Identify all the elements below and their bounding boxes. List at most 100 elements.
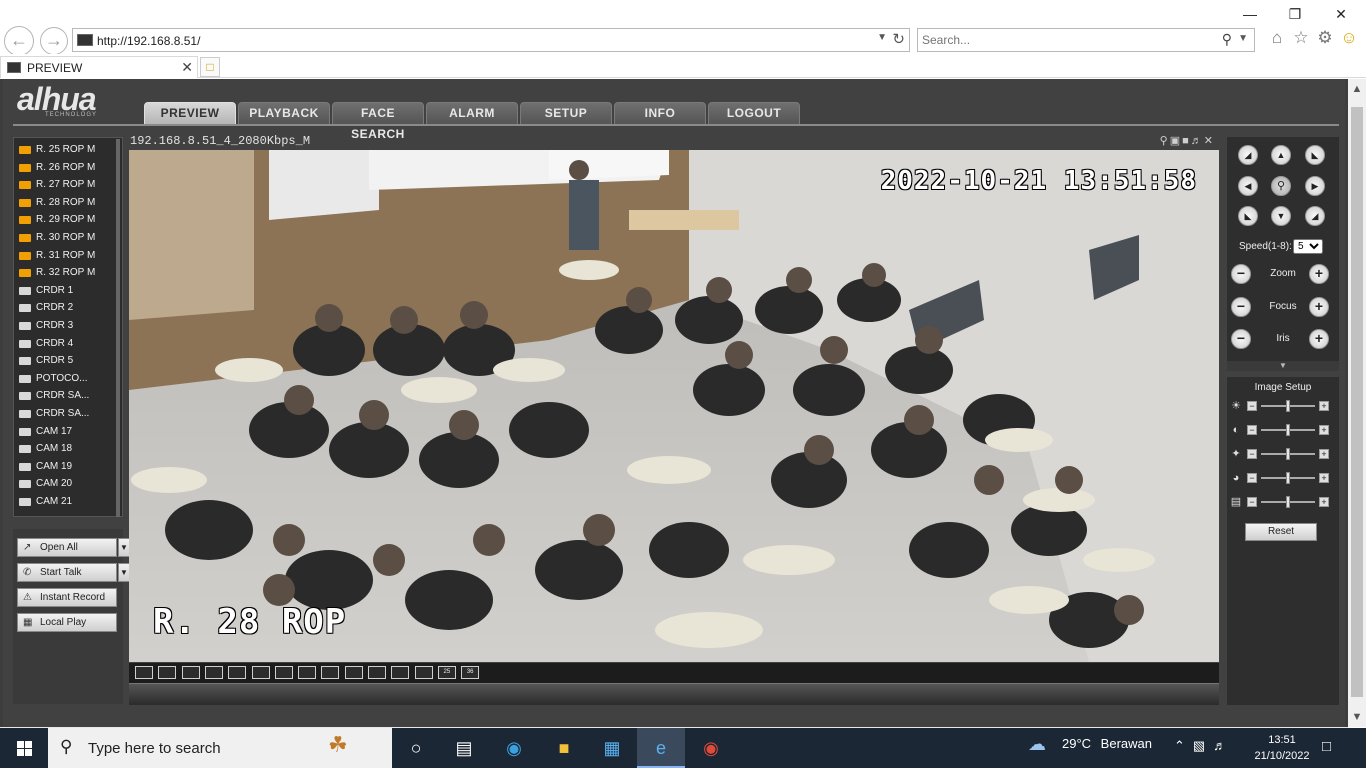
- open-all-button[interactable]: ↗ Open All: [17, 538, 117, 557]
- nav-tab-alarm[interactable]: ALARM: [426, 102, 518, 125]
- channel-item[interactable]: CRDR SA...: [18, 406, 118, 423]
- channel-item[interactable]: R. 26 ROP M: [18, 160, 118, 177]
- settings-gear-icon[interactable]: ⚙: [1315, 28, 1335, 48]
- internet-explorer-icon[interactable]: e: [637, 728, 685, 768]
- layout-button[interactable]: 36: [461, 666, 480, 679]
- iris-plus-button[interactable]: +: [1309, 329, 1329, 349]
- start-button[interactable]: [0, 728, 48, 768]
- channel-item[interactable]: CAM 17: [18, 424, 118, 441]
- channel-item[interactable]: R. 28 ROP M: [18, 195, 118, 212]
- slider-decrease-button[interactable]: −: [1247, 425, 1257, 435]
- layout-button[interactable]: [391, 666, 410, 679]
- channel-item[interactable]: CRDR 3: [18, 318, 118, 335]
- snapshot-icon[interactable]: ▣: [1170, 135, 1182, 147]
- nav-tab-logout[interactable]: LOGOUT: [708, 102, 800, 125]
- instant-record-button[interactable]: ⚠ Instant Record: [17, 588, 117, 607]
- ptz-down-button[interactable]: ▼: [1271, 206, 1291, 226]
- notification-icon[interactable]: □: [1322, 738, 1331, 755]
- slider-increase-button[interactable]: +: [1319, 473, 1329, 483]
- tab-close-icon[interactable]: ✕: [181, 59, 193, 76]
- cortana-icon[interactable]: ○: [392, 728, 440, 768]
- refresh-icon[interactable]: ↻: [892, 30, 905, 48]
- slider-increase-button[interactable]: +: [1319, 401, 1329, 411]
- slider-increase-button[interactable]: +: [1319, 425, 1329, 435]
- nav-tab-face-search[interactable]: FACE SEARCH: [332, 102, 424, 141]
- slider-decrease-button[interactable]: −: [1247, 497, 1257, 507]
- slider-knob[interactable]: [1286, 448, 1290, 460]
- address-url[interactable]: http://192.168.8.51/: [97, 34, 200, 48]
- ptz-left-button[interactable]: ◀: [1238, 176, 1258, 196]
- channel-item[interactable]: R. 30 ROP M: [18, 230, 118, 247]
- local-play-button[interactable]: ▦ Local Play: [17, 613, 117, 632]
- channel-item[interactable]: R. 31 ROP M: [18, 248, 118, 265]
- nav-tab-playback[interactable]: PLAYBACK: [238, 102, 330, 125]
- new-tab-button[interactable]: □: [200, 57, 220, 77]
- channel-item[interactable]: R. 27 ROP M: [18, 177, 118, 194]
- close-video-icon[interactable]: ✕: [1204, 135, 1215, 147]
- task-view-icon[interactable]: ▤: [440, 728, 488, 768]
- file-explorer-icon[interactable]: ■: [540, 728, 588, 768]
- chrome-icon[interactable]: ◉: [687, 728, 735, 768]
- search-dropdown-icon[interactable]: ▼: [1238, 33, 1248, 44]
- tab-preview[interactable]: PREVIEW ✕: [0, 56, 198, 78]
- ptz-up-right-button[interactable]: ◣: [1305, 145, 1325, 165]
- search-icon[interactable]: ⚲: [1222, 31, 1232, 48]
- network-icon[interactable]: ▧: [1193, 738, 1213, 753]
- channel-item[interactable]: CRDR 5: [18, 353, 118, 370]
- ptz-collapse-icon[interactable]: ▼: [1227, 361, 1339, 371]
- start-talk-button[interactable]: ✆ Start Talk: [17, 563, 117, 582]
- slider-knob[interactable]: [1286, 496, 1290, 508]
- layout-button[interactable]: [414, 666, 433, 679]
- layout-button[interactable]: [321, 666, 340, 679]
- channel-item[interactable]: CAM 18: [18, 441, 118, 458]
- ptz-up-button[interactable]: ▲: [1271, 145, 1291, 165]
- channel-item[interactable]: CAM 21: [18, 494, 118, 511]
- back-button[interactable]: ←: [4, 26, 34, 56]
- channel-item[interactable]: CRDR 4: [18, 336, 118, 353]
- layout-button[interactable]: [204, 666, 223, 679]
- channel-item[interactable]: CAM 19: [18, 459, 118, 476]
- nav-tab-info[interactable]: INFO: [614, 102, 706, 125]
- focus-plus-button[interactable]: +: [1309, 297, 1329, 317]
- layout-button[interactable]: [344, 666, 363, 679]
- volume-icon[interactable]: ♬: [1213, 738, 1234, 753]
- taskbar-clock[interactable]: 13:51 21/10/2022: [1252, 732, 1312, 764]
- ptz-center-button[interactable]: ⚲: [1271, 176, 1291, 196]
- audio-icon[interactable]: ♬: [1191, 135, 1204, 147]
- restore-button[interactable]: ❐: [1272, 2, 1318, 26]
- channel-item[interactable]: CRDR 1: [18, 283, 118, 300]
- layout-button[interactable]: [368, 666, 386, 679]
- favorites-star-icon[interactable]: ☆: [1291, 28, 1311, 48]
- channel-item[interactable]: CAM 20: [18, 476, 118, 493]
- nav-tab-setup[interactable]: SETUP: [520, 102, 612, 125]
- browser-search-input[interactable]: [922, 32, 1212, 48]
- page-scrollbar[interactable]: ▲ ▼: [1348, 79, 1366, 727]
- record-icon[interactable]: ■: [1182, 135, 1191, 147]
- slider-increase-button[interactable]: +: [1319, 449, 1329, 459]
- live-video-view[interactable]: 2022-10-21 13:51:58 R. 28 ROP: [129, 150, 1219, 662]
- ptz-down-left-button[interactable]: ◣: [1238, 206, 1258, 226]
- slider-knob[interactable]: [1286, 472, 1290, 484]
- channel-item[interactable]: R. 32 ROP M: [18, 265, 118, 282]
- slider-decrease-button[interactable]: −: [1247, 401, 1257, 411]
- channel-item[interactable]: R. 25 ROP M: [18, 142, 118, 159]
- edge-icon[interactable]: ◉: [490, 728, 538, 768]
- taskbar-search[interactable]: ⚲ Type here to search ☘: [48, 728, 392, 768]
- channel-item[interactable]: CRDR 2: [18, 300, 118, 317]
- slider-knob[interactable]: [1286, 424, 1290, 436]
- speed-select[interactable]: 5: [1293, 239, 1323, 254]
- scroll-down-icon[interactable]: ▼: [1351, 711, 1363, 723]
- weather-widget[interactable]: ☁ 29°C Berawan: [1028, 734, 1152, 754]
- scroll-up-icon[interactable]: ▲: [1351, 83, 1363, 95]
- slider-decrease-button[interactable]: −: [1247, 473, 1257, 483]
- layout-button[interactable]: [228, 666, 247, 679]
- ptz-up-left-button[interactable]: ◢: [1238, 145, 1258, 165]
- slider-knob[interactable]: [1286, 400, 1290, 412]
- nav-tab-preview[interactable]: PREVIEW: [144, 102, 236, 125]
- reset-button[interactable]: Reset: [1245, 523, 1317, 541]
- address-dropdown-icon[interactable]: ▼: [877, 32, 887, 43]
- channel-item[interactable]: CRDR SA...: [18, 388, 118, 405]
- slider-increase-button[interactable]: +: [1319, 497, 1329, 507]
- zoom-minus-button[interactable]: −: [1231, 264, 1251, 284]
- layout-button[interactable]: [251, 666, 270, 679]
